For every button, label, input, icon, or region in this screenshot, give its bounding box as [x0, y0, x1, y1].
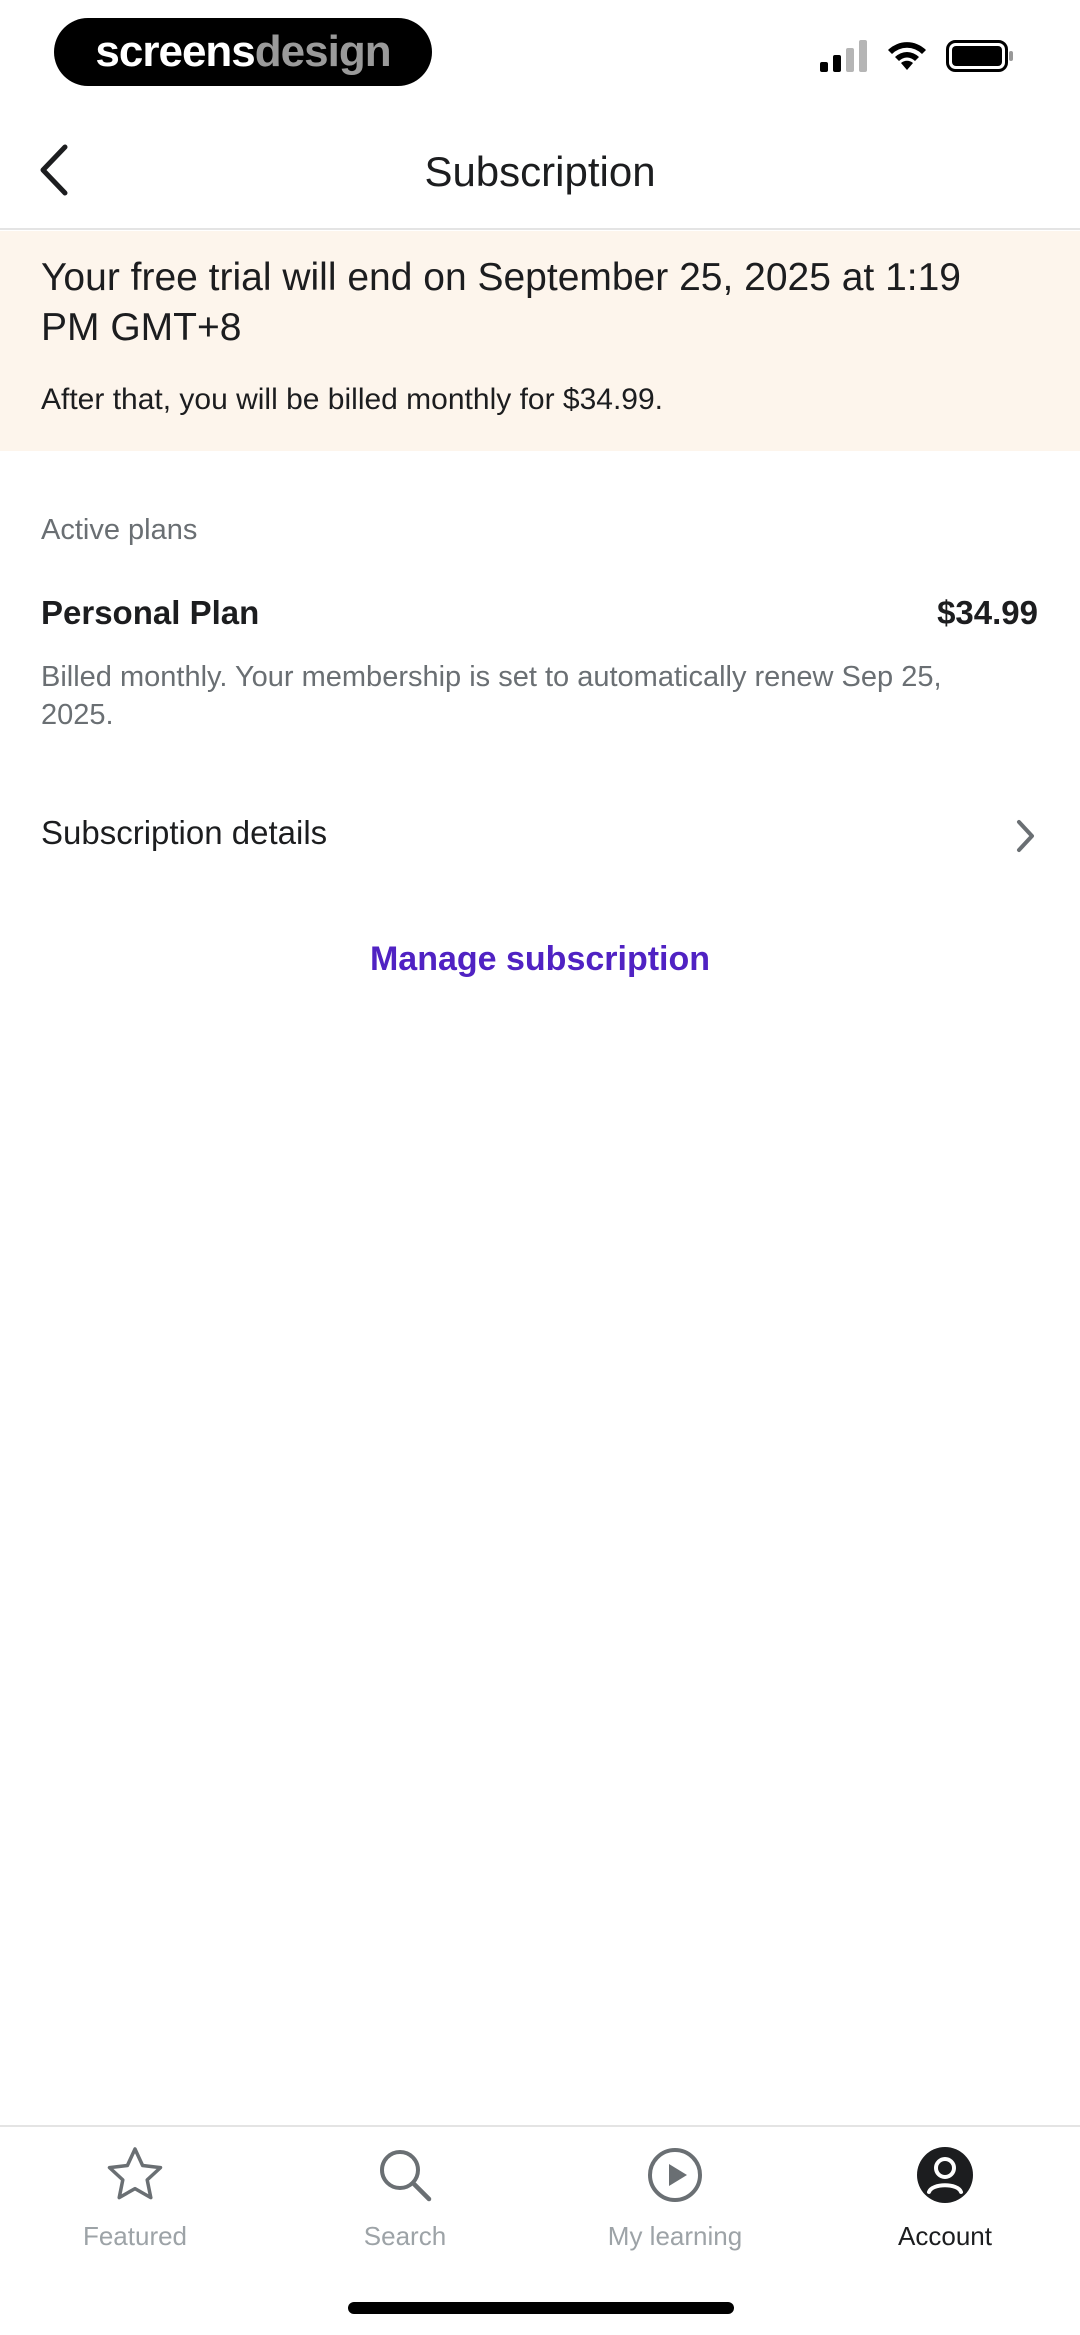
tab-search-label: Search — [363, 2221, 447, 2251]
chevron-right-icon — [1017, 820, 1034, 852]
trial-banner: Your free trial will end on September 25… — [0, 231, 1080, 451]
plan-name: Personal Plan — [41, 594, 260, 631]
cellular-signal-icon — [820, 40, 867, 72]
brand-logo: screens design — [54, 18, 432, 86]
plan-price: $34.99 — [937, 594, 1038, 631]
page-title: Subscription — [424, 148, 656, 195]
wifi-icon — [888, 42, 926, 70]
tab-featured[interactable]: Featured — [0, 2143, 270, 2273]
status-bar: screens design — [0, 0, 1080, 110]
battery-icon — [946, 40, 1013, 72]
tab-my-learning[interactable]: My learning — [540, 2143, 810, 2273]
star-icon — [107, 2147, 163, 2200]
brand-text-primary: screens — [95, 27, 255, 76]
home-indicator — [348, 2302, 734, 2314]
tab-account-label: Account — [898, 2221, 992, 2251]
trial-end-message: Your free trial will end on September 25… — [41, 256, 961, 349]
search-icon — [380, 2150, 432, 2202]
tab-search[interactable]: Search — [270, 2143, 540, 2273]
tab-my-learning-label: My learning — [607, 2221, 743, 2251]
status-icons — [820, 40, 1014, 72]
tab-account[interactable]: Account — [810, 2143, 1080, 2273]
subscription-details-row[interactable]: Subscription details — [0, 800, 1080, 872]
account-icon — [917, 2147, 973, 2203]
play-circle-icon — [648, 2148, 702, 2202]
plan-description: Billed monthly. Your membership is set t… — [41, 661, 942, 731]
brand-text-secondary: design — [254, 27, 392, 76]
manage-subscription-link[interactable]: Manage subscription — [0, 940, 1080, 979]
tab-featured-label: Featured — [82, 2221, 188, 2251]
billing-notice: After that, you will be billed monthly f… — [41, 383, 664, 416]
active-plans-label: Active plans — [41, 514, 198, 546]
subscription-details-label: Subscription details — [41, 814, 328, 851]
nav-bar: Subscription — [0, 110, 1080, 230]
